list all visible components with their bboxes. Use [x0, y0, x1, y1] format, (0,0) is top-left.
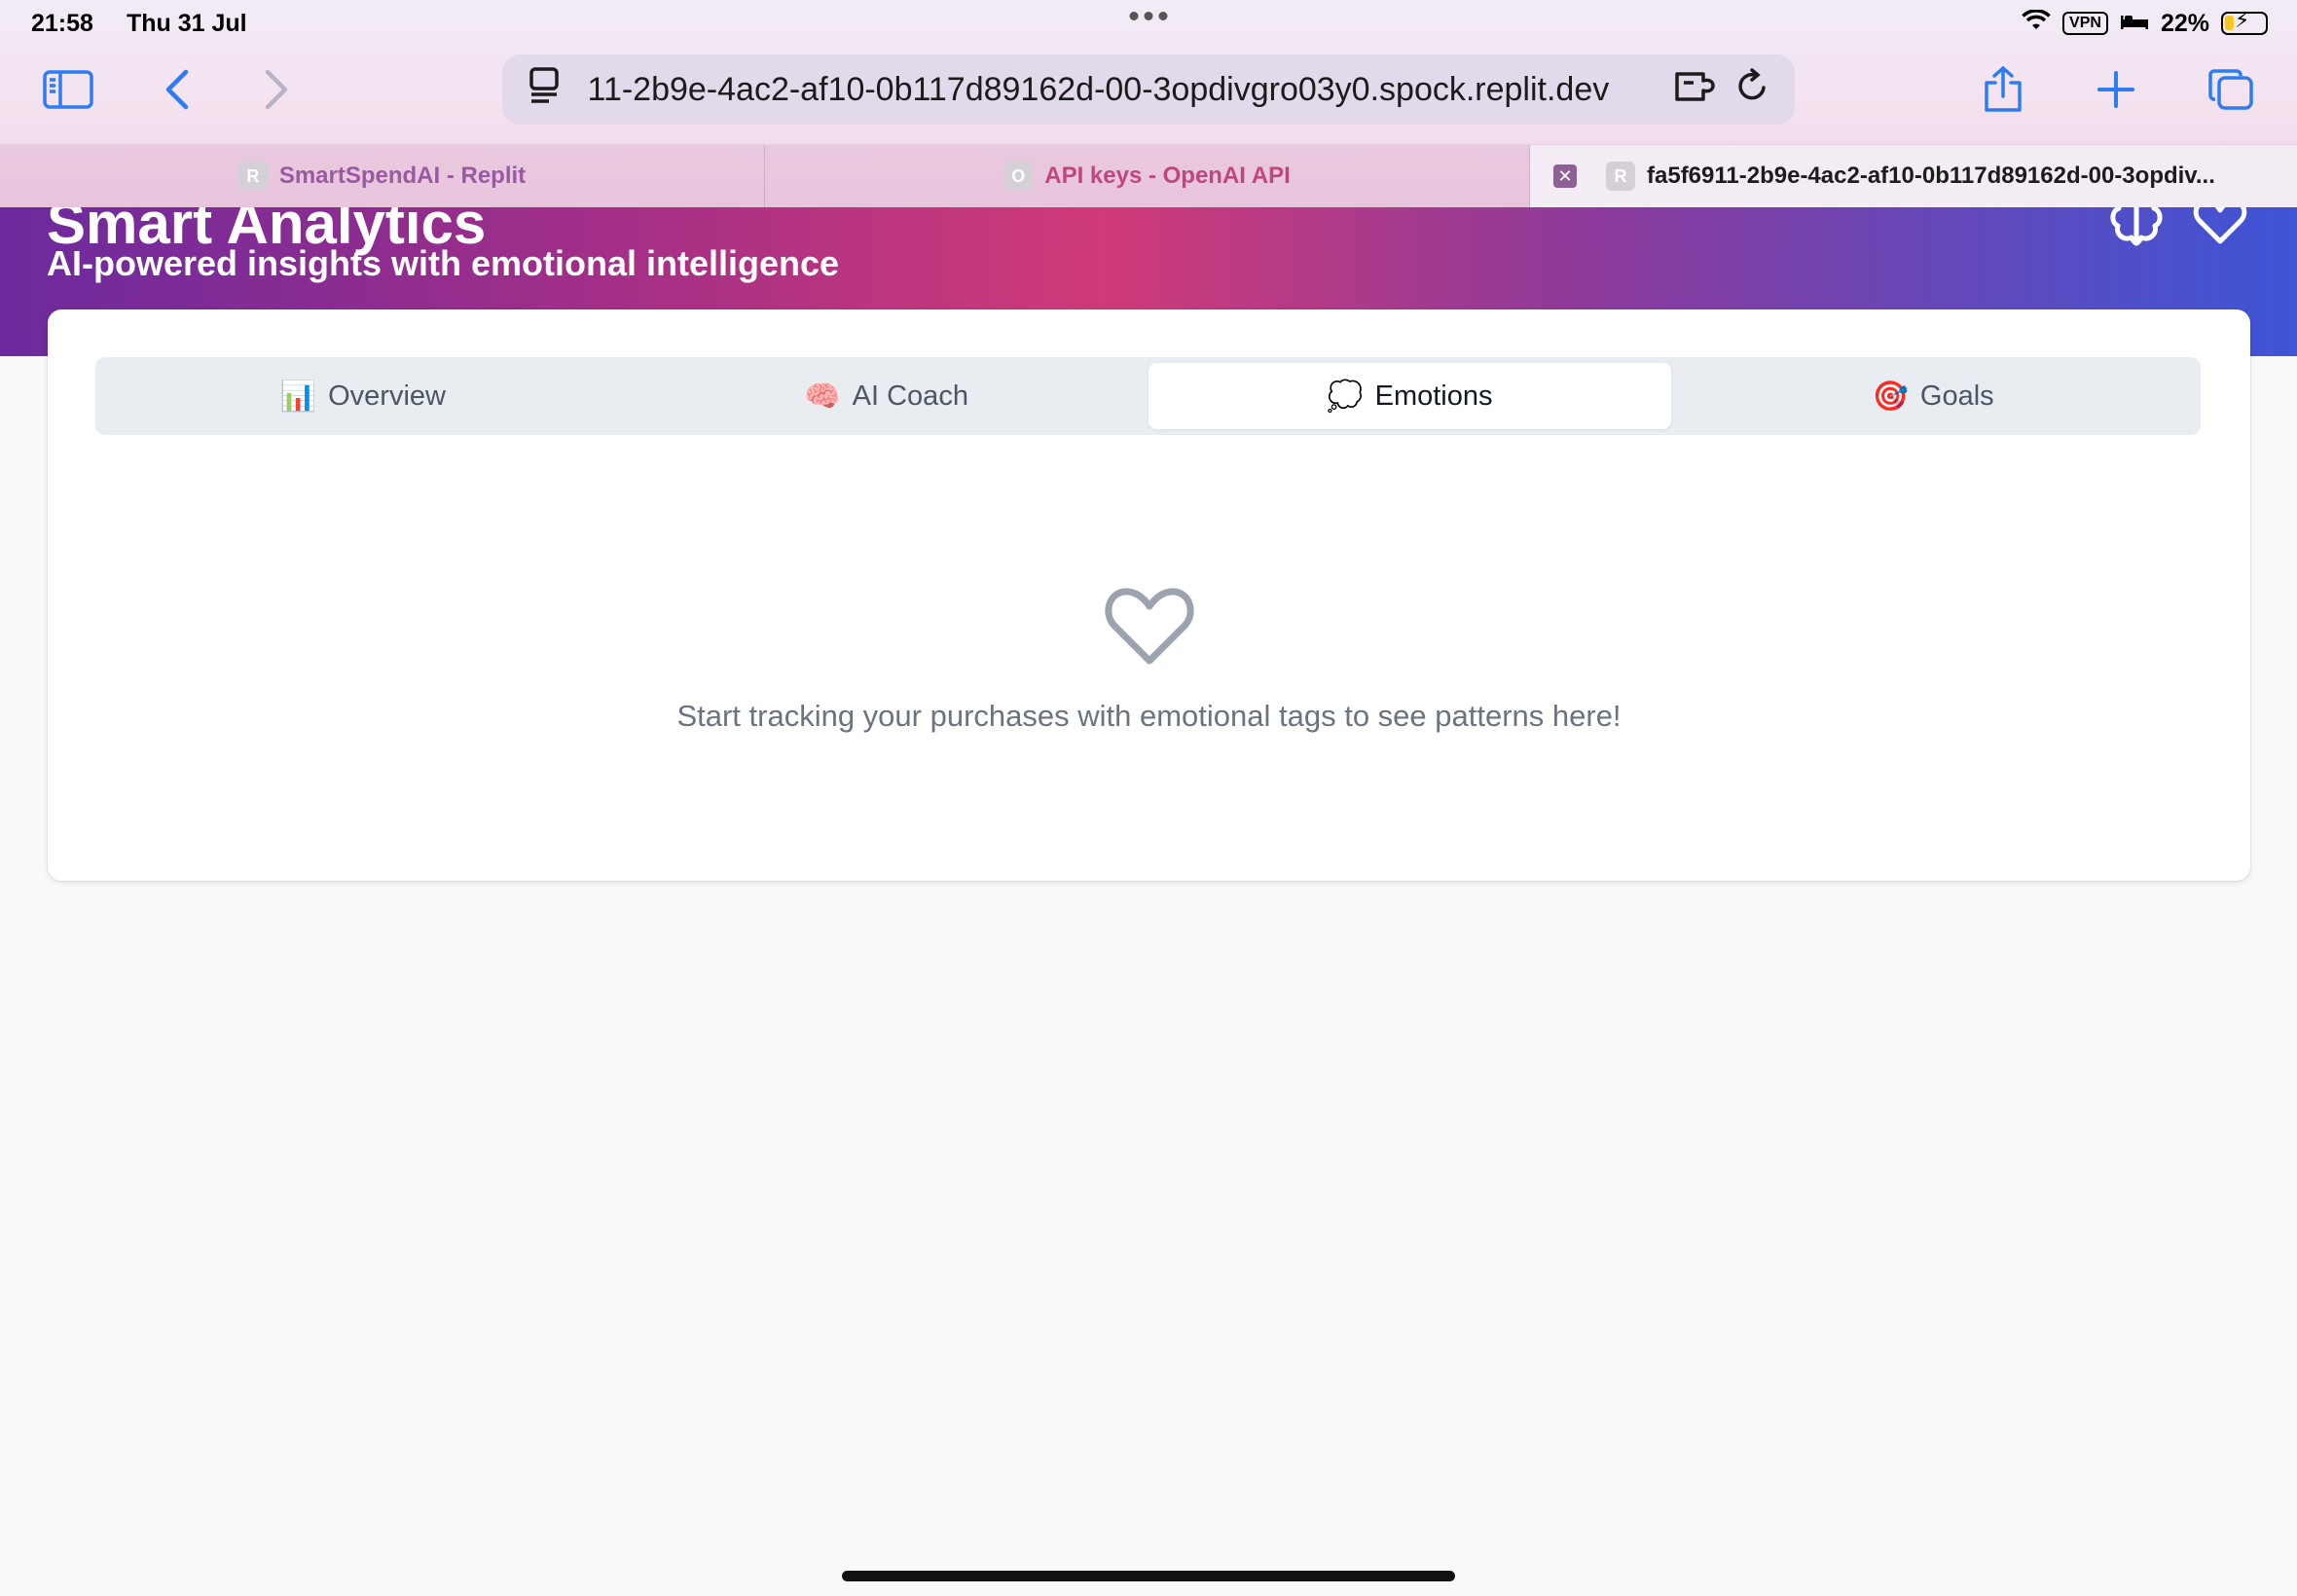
battery-icon [2221, 8, 2268, 35]
tab-label: Emotions [1374, 380, 1493, 412]
extension-icon[interactable] [1674, 68, 1717, 112]
browser-tab[interactable]: R SmartSpendAI - Replit [0, 145, 765, 207]
share-icon[interactable] [1974, 60, 2032, 119]
battery-percent: 22% [2160, 9, 2209, 37]
wifi-icon [2022, 8, 2051, 38]
heart-icon [1101, 580, 1198, 672]
analytics-card: 📊 Overview 🧠 AI Coach 💭 Emotions 🎯 Goals [48, 309, 2250, 881]
page-subtitle: AI-powered insights with emotional intel… [47, 243, 840, 283]
tab-overview-icon[interactable] [2202, 60, 2260, 119]
tab-emotions[interactable]: 💭 Emotions [1148, 363, 1672, 429]
tab-title: fa5f6911-2b9e-4ac2-af10-0b117d89162d-00-… [1647, 163, 2215, 189]
back-icon[interactable] [148, 60, 206, 119]
tab-ai-coach[interactable]: 🧠 AI Coach [625, 363, 1148, 429]
vpn-badge: VPN [2062, 12, 2108, 35]
new-tab-icon[interactable] [2087, 60, 2145, 119]
browser-toolbar: 11-2b9e-4ac2-af10-0b117d89162d-00-3opdiv… [0, 51, 2297, 128]
status-date: Thu 31 Jul [126, 9, 247, 37]
multitasking-dots-icon[interactable] [1129, 12, 1168, 20]
tab-goals[interactable]: 🎯 Goals [1671, 363, 2195, 429]
tab-label: Overview [328, 380, 446, 412]
brain-icon: 🧠 [804, 380, 841, 413]
reload-icon[interactable] [1734, 67, 1769, 113]
page-menu-icon[interactable] [528, 66, 563, 114]
forward-icon[interactable] [247, 60, 306, 119]
favicon: R [237, 162, 268, 191]
address-bar[interactable]: 11-2b9e-4ac2-af10-0b117d89162d-00-3opdiv… [502, 54, 1795, 125]
empty-state-message: Start tracking your purchases with emoti… [676, 699, 1622, 733]
bar-chart-icon: 📊 [279, 380, 317, 413]
screen: Smart Analytics AI-powered insights with… [0, 0, 2297, 1596]
sleep-icon [2120, 10, 2149, 38]
tab-label: Goals [1919, 380, 1994, 412]
tab-title: API keys - OpenAI API [1044, 163, 1291, 189]
favicon: O [1003, 162, 1034, 191]
tab-label: AI Coach [852, 380, 968, 412]
browser-chrome: 21:58 Thu 31 Jul VPN 22% ⚡ 11-2b9e-4ac2-… [0, 0, 2297, 207]
target-icon: 🎯 [1872, 380, 1909, 413]
status-time: 21:58 [31, 9, 93, 37]
url-text[interactable]: 11-2b9e-4ac2-af10-0b117d89162d-00-3opdiv… [580, 71, 1657, 109]
favicon: R [1606, 162, 1635, 191]
segmented-tabs: 📊 Overview 🧠 AI Coach 💭 Emotions 🎯 Goals [95, 357, 2201, 435]
sidebar-icon[interactable] [39, 60, 97, 119]
status-bar: 21:58 Thu 31 Jul VPN 22% [0, 0, 2297, 47]
close-tab-icon[interactable]: ✕ [1553, 164, 1577, 188]
tab-overview[interactable]: 📊 Overview [101, 363, 625, 429]
browser-tab[interactable]: O API keys - OpenAI API [765, 145, 1530, 207]
tab-title: SmartSpendAI - Replit [278, 163, 527, 189]
thought-bubble-icon: 💭 [1327, 380, 1364, 413]
home-indicator[interactable] [842, 1571, 1455, 1581]
tab-strip: R SmartSpendAI - Replit O API keys - Ope… [0, 144, 2297, 207]
browser-tab-active[interactable]: ✕ R fa5f6911-2b9e-4ac2-af10-0b117d89162d… [1530, 145, 2297, 207]
